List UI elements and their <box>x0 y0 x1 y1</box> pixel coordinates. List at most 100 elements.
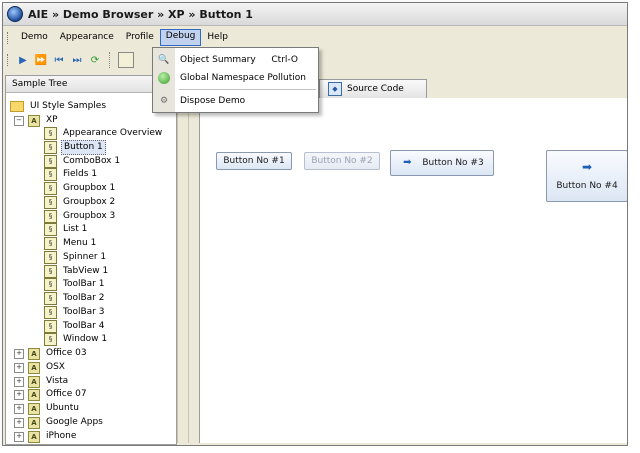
tree-item[interactable]: § Spinner 1 <box>44 251 108 264</box>
menu-bar: Demo Appearance Profile Debug Help <box>3 29 627 46</box>
expand-icon[interactable]: + <box>14 362 24 373</box>
sample-icon: § <box>44 306 57 319</box>
globe-icon <box>158 72 170 84</box>
dispose-icon: ⚙ <box>159 96 169 106</box>
tree-item[interactable]: § ToolBar 3 <box>44 306 106 319</box>
expand-icon[interactable]: + <box>14 348 24 359</box>
tree-item-label: Button 1 <box>61 140 106 155</box>
first-icon[interactable]: ⏮ <box>51 52 67 68</box>
tree-item[interactable]: § Window 1 <box>44 333 109 346</box>
sample-tree-header: Sample Tree <box>6 76 176 93</box>
tree-item[interactable]: § Menu 1 <box>44 237 98 250</box>
tree-item-label: Groupbox 2 <box>63 197 116 207</box>
toolbar-separator <box>109 52 116 68</box>
tree-group[interactable]: + A Office 07 <box>14 388 89 401</box>
sample-icon: § <box>44 237 57 250</box>
magnifier-icon: 🔍 <box>158 55 170 65</box>
menu-item-label: Object Summary <box>180 55 256 65</box>
tree-item[interactable]: § ToolBar 4 <box>44 320 106 333</box>
run-icon[interactable]: ▶ <box>15 52 31 68</box>
debug-menu-dropdown: 🔍 Object Summary Ctrl-O Global Namespace… <box>152 47 319 113</box>
menubar-grip <box>7 31 11 44</box>
expand-icon[interactable]: + <box>14 431 24 442</box>
tree-group[interactable]: + A Office 03 <box>14 347 89 360</box>
demo-browser-window: AIE » Demo Browser » XP » Button 1 Demo … <box>2 2 628 446</box>
tree-item[interactable]: § Appearance Overview <box>44 127 164 140</box>
tree-group-label: OSX <box>46 362 65 372</box>
panel-splitter[interactable] <box>177 75 189 443</box>
tree-root-label: UI Style Samples <box>30 101 107 111</box>
tree-group[interactable]: + A Ubuntu <box>14 402 81 415</box>
tree-item-selected[interactable]: § Button 1 <box>44 140 106 155</box>
arrow-right-icon: ➡ <box>581 160 593 174</box>
menu-profile[interactable]: Profile <box>120 29 160 46</box>
arrow-right-icon: ➡ <box>403 157 412 168</box>
tree-item[interactable]: § Fields 1 <box>44 168 99 181</box>
collapse-icon[interactable]: − <box>14 115 24 126</box>
tree-item[interactable]: § ComboBox 1 <box>44 155 122 168</box>
sample-icon: § <box>44 223 57 236</box>
tree-group-label: XP <box>46 115 58 125</box>
tree-item[interactable]: § ToolBar 2 <box>44 292 106 305</box>
tree-group[interactable]: + A Vista <box>14 375 70 388</box>
sample-icon: § <box>44 127 57 140</box>
expand-icon[interactable]: + <box>14 389 24 400</box>
expand-icon[interactable]: + <box>14 376 24 387</box>
tree-group-xp[interactable]: − A XP <box>14 114 60 127</box>
tree-item-label: ToolBar 4 <box>63 321 105 331</box>
menu-item-object-summary[interactable]: 🔍 Object Summary Ctrl-O <box>153 52 318 68</box>
tree-item[interactable]: § List 1 <box>44 223 89 236</box>
torn-edge-bottom <box>0 446 640 453</box>
menu-item-dispose-demo[interactable]: ⚙ Dispose Demo <box>153 93 318 109</box>
tree-group[interactable]: + A OSX <box>14 361 67 374</box>
style-icon: A <box>28 388 40 401</box>
refresh-icon[interactable]: ⟳ <box>87 52 103 68</box>
menu-debug[interactable]: Debug <box>159 29 202 46</box>
tree-item-label: ToolBar 2 <box>63 293 105 303</box>
button-no-3[interactable]: ➡ Button No #3 <box>390 150 494 176</box>
demo-area: Button No #1 Button No #2 ➡ Button No #3… <box>199 98 627 443</box>
button-label: Button No #4 <box>556 181 618 191</box>
tree-item[interactable]: § ToolBar 1 <box>44 278 106 291</box>
tree-item-label: TabView 1 <box>63 266 109 276</box>
menu-appearance[interactable]: Appearance <box>54 29 120 46</box>
tree-group[interactable]: + A Google Apps <box>14 416 105 429</box>
tree-root[interactable]: UI Style Samples <box>10 100 108 113</box>
toolbar-toggle[interactable] <box>118 52 134 68</box>
tree-item-label: Spinner 1 <box>63 252 107 262</box>
source-code-icon: ◆ <box>328 82 342 96</box>
tree-group[interactable]: + AiPhone <box>14 430 78 443</box>
button-label: Button No #2 <box>311 156 373 166</box>
menu-item-label: Dispose Demo <box>180 96 246 106</box>
tree-group-label: iPhone <box>46 431 77 441</box>
expand-icon[interactable]: + <box>14 403 24 414</box>
tree-item[interactable]: § Groupbox 2 <box>44 196 117 209</box>
folder-icon <box>10 101 24 112</box>
sample-icon: § <box>44 265 57 278</box>
tree-group-label: Google Apps <box>46 417 103 427</box>
last-icon[interactable]: ⏭ <box>69 52 85 68</box>
menu-item-global-namespace[interactable]: Global Namespace Pollution <box>153 70 318 86</box>
style-icon: A <box>28 347 40 360</box>
sample-icon: § <box>44 210 57 223</box>
button-label: Button No #3 <box>422 158 484 168</box>
step-forward-icon[interactable]: ⏩ <box>33 52 49 68</box>
button-no-4[interactable]: ➡ Button No #4 <box>546 150 627 202</box>
button-no-1[interactable]: Button No #1 <box>216 152 292 170</box>
toolbar-grip <box>7 54 11 66</box>
sample-icon: § <box>44 155 57 168</box>
menu-help[interactable]: Help <box>201 29 234 46</box>
window-title: AIE » Demo Browser » XP » Button 1 <box>28 7 253 21</box>
app-logo-icon <box>7 6 23 22</box>
tab-source-code[interactable]: ◆ Source Code <box>319 79 427 98</box>
style-icon: A <box>28 375 40 388</box>
expand-icon[interactable]: + <box>14 417 24 428</box>
sample-icon: § <box>44 333 57 346</box>
menu-demo[interactable]: Demo <box>15 29 54 46</box>
sample-icon: § <box>44 182 57 195</box>
tree-item[interactable]: § TabView 1 <box>44 265 110 278</box>
tree-item-label: Window 1 <box>63 334 108 344</box>
tree-item[interactable]: § Groupbox 3 <box>44 210 117 223</box>
tree-item[interactable]: § Groupbox 1 <box>44 182 117 195</box>
style-icon: A <box>28 430 40 443</box>
